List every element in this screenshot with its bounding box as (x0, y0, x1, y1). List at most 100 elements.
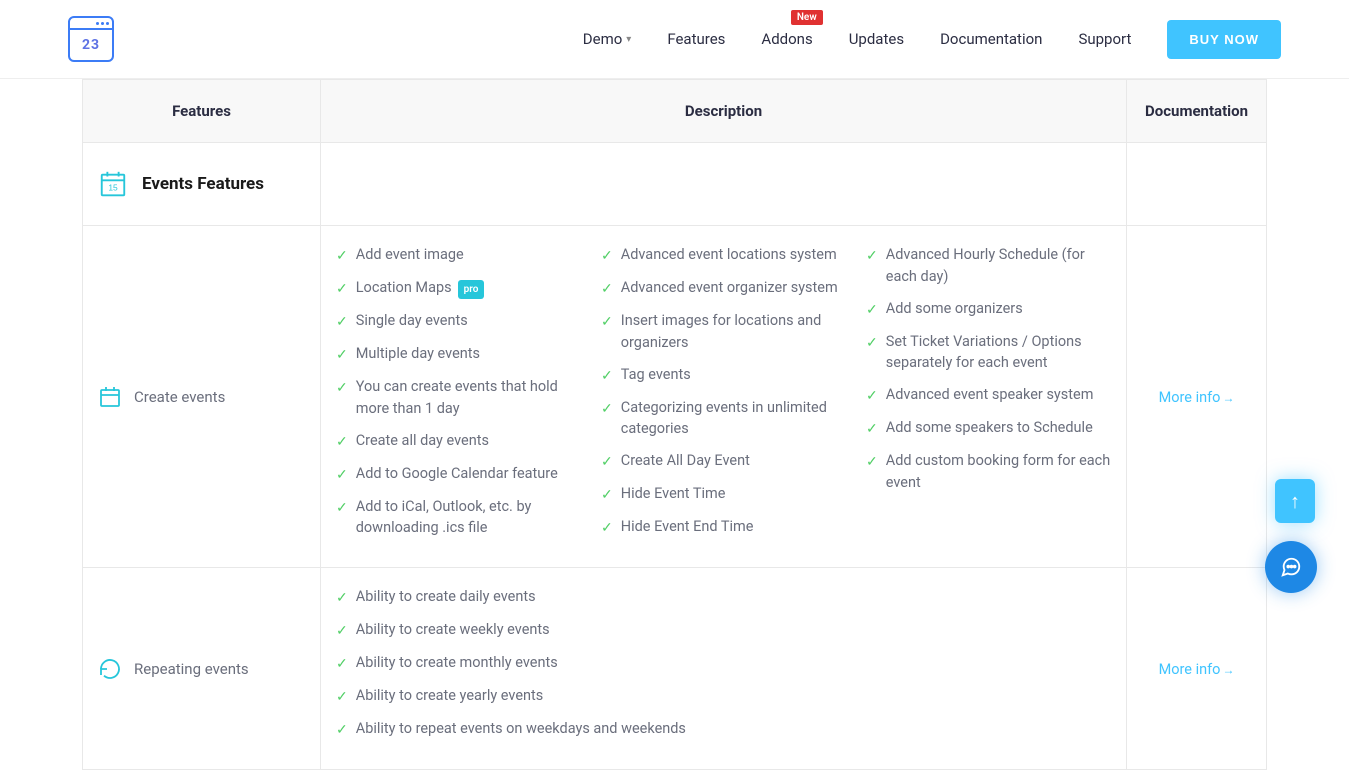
section-title: Events Features (142, 174, 264, 194)
feature-text: Ability to create weekly events (356, 619, 550, 641)
table-row: Repeating events ✓ Ability to create dail… (83, 568, 1267, 770)
feature-item: ✓Ability to repeat events on weekdays an… (336, 718, 1111, 741)
nav-features[interactable]: Features (667, 30, 725, 48)
feature-text: Create All Day Event (621, 450, 750, 472)
check-icon: ✓ (336, 432, 348, 453)
feature-item: ✓ Add some organizers (866, 298, 1111, 321)
svg-text:15: 15 (108, 183, 118, 193)
row-label: Repeating events (134, 660, 249, 678)
feature-item: ✓Create all day events (336, 430, 581, 453)
arrow-right-icon: → (1222, 663, 1234, 677)
feature-item: ✓Ability to create yearly events (336, 685, 1111, 708)
check-icon: ✓ (601, 399, 613, 420)
check-icon: ✓ (601, 279, 613, 300)
nav-support[interactable]: Support (1078, 30, 1131, 48)
feature-text: Add to Google Calendar feature (356, 463, 558, 485)
check-icon: ✓ (601, 518, 613, 539)
check-icon: ✓ (601, 246, 613, 267)
feature-item: ✓Add event image (336, 244, 581, 267)
feature-item: ✓Advanced Hourly Schedule (for each day) (866, 244, 1111, 288)
nav-label: Support (1078, 30, 1131, 48)
check-icon: ✓ (336, 687, 348, 708)
check-icon: ✓ (336, 312, 348, 333)
calendar-15-icon: 15 (98, 169, 128, 199)
feature-text: Set Ticket Variations / Options separate… (886, 331, 1111, 375)
check-icon: ✓ (601, 366, 613, 387)
check-icon: ✓ (336, 654, 348, 675)
feature-item: ✓ Advanced event locations system (601, 244, 846, 267)
feature-text: Add custom booking form for each event (886, 450, 1111, 494)
feature-item: ✓ Categorizing events in unlimited catego… (601, 397, 846, 441)
scroll-to-top-button[interactable]: ↑ (1275, 479, 1315, 523)
check-icon: ✓ (866, 333, 878, 354)
feature-list: ✓Ability to create daily events✓Ability … (336, 586, 1111, 751)
feature-list: ✓Add event image✓Location Mapspro✓Single… (336, 244, 1111, 549)
feature-text: Hide Event Time (621, 483, 726, 505)
features-table: Features Description Documentation 15 (82, 79, 1267, 770)
feature-text: Add event image (356, 244, 464, 266)
feature-item: ✓ Tag events (601, 364, 846, 387)
feature-text: Advanced Hourly Schedule (for each day) (886, 244, 1111, 288)
feature-item: ✓ Ability to create monthly events (336, 652, 1111, 675)
repeat-icon (98, 657, 122, 681)
feature-text: Add some organizers (886, 298, 1023, 320)
feature-text: Hide Event End Time (621, 516, 754, 538)
chat-button[interactable] (1265, 541, 1317, 593)
feature-text: Advanced event organizer system (621, 277, 838, 299)
more-info-link[interactable]: More info → (1159, 661, 1235, 678)
col-header-features: Features (83, 80, 321, 143)
feature-text: Single day events (356, 310, 468, 332)
check-icon: ✓ (866, 386, 878, 407)
check-icon: ✓ (866, 300, 878, 321)
more-info-link[interactable]: More info → (1159, 389, 1235, 406)
feature-item: ✓ Add custom booking form for each event (866, 450, 1111, 494)
feature-text: Advanced event locations system (621, 244, 837, 266)
check-icon: ✓ (336, 279, 348, 300)
check-icon: ✓ (866, 419, 878, 440)
chat-icon (1279, 556, 1303, 578)
feature-item: ✓ Create All Day Event (601, 450, 846, 473)
feature-item: ✓ You can create events that hold more th… (336, 376, 581, 420)
feature-item: ✓Hide Event Time (601, 483, 846, 506)
check-icon: ✓ (336, 720, 348, 741)
nav-label: Demo (583, 30, 623, 48)
col-header-documentation: Documentation (1127, 80, 1267, 143)
feature-item: ✓ Advanced event organizer system (601, 277, 846, 300)
nav-label: Updates (849, 30, 904, 48)
header: 23 Demo ▾ Features Addons New Updates Do… (0, 0, 1349, 79)
feature-text: Ability to create daily events (356, 586, 536, 608)
feature-text: Categorizing events in unlimited categor… (621, 397, 846, 441)
feature-text: Advanced event speaker system (886, 384, 1094, 406)
chevron-down-icon: ▾ (626, 34, 631, 45)
nav-demo[interactable]: Demo ▾ (583, 30, 632, 48)
nav-documentation[interactable]: Documentation (940, 30, 1042, 48)
feature-item: ✓ Ability to create daily events (336, 586, 1111, 609)
check-icon: ✓ (601, 312, 613, 333)
feature-item: ✓ Add some speakers to Schedule (866, 417, 1111, 440)
arrow-up-icon: ↑ (1290, 489, 1300, 514)
feature-item: ✓Add to Google Calendar feature (336, 463, 581, 486)
feature-text: Add to iCal, Outlook, etc. by downloadin… (356, 496, 581, 540)
feature-item: ✓ Single day events (336, 310, 581, 333)
feature-text: Ability to create monthly events (356, 652, 558, 674)
feature-text: Tag events (621, 364, 691, 386)
new-badge: New (791, 10, 823, 25)
check-icon: ✓ (336, 588, 348, 609)
buy-now-button[interactable]: BUY NOW (1167, 20, 1281, 59)
check-icon: ✓ (866, 452, 878, 473)
check-icon: ✓ (601, 452, 613, 473)
check-icon: ✓ (336, 378, 348, 399)
feature-text: You can create events that hold more tha… (356, 376, 581, 420)
calendar-icon (98, 385, 122, 409)
feature-item: ✓ Set Ticket Variations / Options separat… (866, 331, 1111, 375)
feature-text: Multiple day events (356, 343, 480, 365)
feature-item: ✓Insert images for locations and organiz… (601, 310, 846, 354)
nav-addons[interactable]: Addons New (761, 30, 812, 48)
nav-label: Features (667, 30, 725, 48)
content: Features Description Documentation 15 (0, 79, 1349, 770)
logo[interactable]: 23 (68, 16, 114, 62)
pro-badge: pro (458, 280, 485, 299)
feature-text: Add some speakers to Schedule (886, 417, 1093, 439)
logo-text: 23 (70, 30, 112, 60)
nav-updates[interactable]: Updates (849, 30, 904, 48)
